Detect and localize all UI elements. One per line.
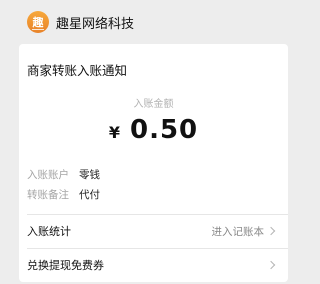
transfer-notice-card[interactable]: 商家转账入账通知 入账金额 ¥ 0.50 入账账户 零钱 转账备注 代付 入账统… <box>19 44 288 282</box>
amount-label: 入账金额 <box>133 99 174 110</box>
open-ledger-link[interactable]: 进入记账本 <box>212 224 265 239</box>
withdraw-coupon-row[interactable]: 兑换提现免费券 <box>27 252 276 278</box>
detail-row-remark: 转账备注 代付 <box>27 187 100 202</box>
chevron-right-icon <box>266 226 276 236</box>
chevron-right-icon <box>266 260 276 270</box>
detail-row-account: 入账账户 零钱 <box>27 167 100 182</box>
merchant-name[interactable]: 趣星网络科技 <box>56 13 134 32</box>
divider <box>27 214 288 215</box>
amount-value: 0.50 <box>129 115 199 145</box>
currency-symbol: ¥ <box>108 123 120 142</box>
amount-display: ¥ 0.50 <box>19 115 288 145</box>
income-stats-label: 入账统计 <box>27 225 71 238</box>
detail-value: 代付 <box>79 189 100 201</box>
header: 趣 趣星网络科技 <box>0 0 295 44</box>
logo-glyph: 趣 <box>32 15 44 29</box>
detail-key: 入账账户 <box>27 169 69 181</box>
income-stats-row[interactable]: 入账统计 进入记账本 <box>27 218 276 244</box>
detail-key: 转账备注 <box>27 189 69 201</box>
notice-title: 商家转账入账通知 <box>27 63 128 78</box>
withdraw-coupon-label: 兑换提现免费券 <box>27 259 104 272</box>
logo-smile <box>32 29 44 30</box>
merchant-logo-icon[interactable]: 趣 <box>27 11 49 33</box>
divider <box>27 248 288 249</box>
detail-value: 零钱 <box>79 169 100 181</box>
